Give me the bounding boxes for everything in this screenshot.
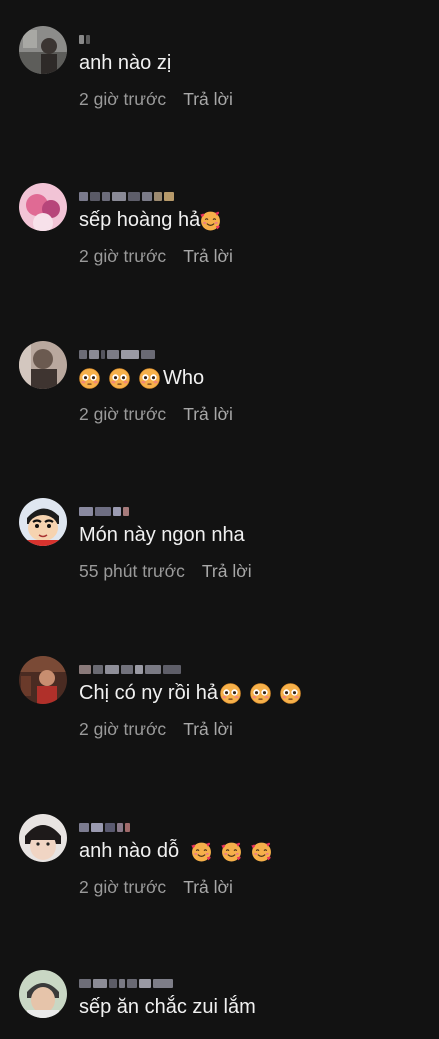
timestamp: 2 giờ trước [79, 404, 167, 424]
flushed-emoji [220, 683, 241, 704]
avatar[interactable] [19, 26, 67, 74]
comment-text-label: Món này ngon nha [79, 524, 245, 546]
comment-item: Chị có ny rồi hả 2 giờ trước Trả lời [0, 656, 439, 766]
comment-text: sếp ăn chắc zui lắm [79, 994, 256, 1020]
timestamp: 55 phút trước [79, 561, 185, 581]
smiling-hearts-emoji [200, 210, 221, 231]
comment-text: Chị có ny rồi hả [79, 680, 301, 706]
username[interactable] [79, 32, 90, 46]
comment-meta: 2 giờ trước Trả lời [79, 876, 233, 898]
comment-text: Món này ngon nha [79, 522, 245, 548]
comment-meta: 2 giờ trước Trả lời [79, 403, 233, 425]
reply-button[interactable]: Trả lời [202, 561, 252, 581]
comment-item: sếp ăn chắc zui lắm [0, 970, 439, 1039]
comment-meta: 2 giờ trước Trả lời [79, 718, 233, 740]
username[interactable] [79, 347, 155, 361]
avatar[interactable] [19, 183, 67, 231]
reply-button[interactable]: Trả lời [183, 877, 233, 897]
comment-text-label: sếp hoàng hả [79, 209, 201, 231]
avatar[interactable] [19, 814, 67, 862]
comment-item: Who 2 giờ trước Trả lời [0, 341, 439, 451]
comment-meta: 55 phút trước Trả lời [79, 560, 252, 582]
comment-item: sếp hoàng hả 2 giờ trước Trả lời [0, 183, 439, 293]
flushed-emoji [139, 368, 160, 389]
comment-text: sếp hoàng hả [79, 207, 221, 233]
comment-text-label: anh nào zị [79, 52, 172, 74]
comment-text: Who [79, 365, 204, 391]
comment-item: anh nào zị 2 giờ trước Trả lời [0, 26, 439, 136]
reply-button[interactable]: Trả lời [183, 404, 233, 424]
smiling-hearts-emoji [221, 841, 242, 862]
timestamp: 2 giờ trước [79, 719, 167, 739]
comment-item: anh nào dỗ 2 giờ trước Trả lời [0, 814, 439, 924]
comment-text-label: anh nào dỗ [79, 840, 180, 862]
username[interactable] [79, 504, 129, 518]
avatar[interactable] [19, 498, 67, 546]
username[interactable] [79, 820, 130, 834]
smiling-hearts-emoji [251, 841, 272, 862]
flushed-emoji [79, 368, 100, 389]
reply-button[interactable]: Trả lời [183, 89, 233, 109]
comment-meta: 2 giờ trước Trả lời [79, 245, 233, 267]
flushed-emoji [109, 368, 130, 389]
flushed-emoji [280, 683, 301, 704]
avatar[interactable] [19, 970, 67, 1018]
avatar[interactable] [19, 341, 67, 389]
avatar[interactable] [19, 656, 67, 704]
comment-meta: 2 giờ trước Trả lời [79, 88, 233, 110]
comment-text-label: sếp ăn chắc zui lắm [79, 996, 256, 1018]
timestamp: 2 giờ trước [79, 877, 167, 897]
username[interactable] [79, 189, 174, 203]
comment-item: Món này ngon nha 55 phút trước Trả lời [0, 498, 439, 608]
username[interactable] [79, 662, 181, 676]
flushed-emoji [250, 683, 271, 704]
timestamp: 2 giờ trước [79, 246, 167, 266]
username[interactable] [79, 976, 173, 990]
smiling-hearts-emoji [191, 841, 212, 862]
comment-text-label: Chị có ny rồi hả [79, 682, 218, 704]
comment-text-label: Who [163, 367, 205, 389]
timestamp: 2 giờ trước [79, 89, 167, 109]
reply-button[interactable]: Trả lời [183, 719, 233, 739]
reply-button[interactable]: Trả lời [183, 246, 233, 266]
comment-text: anh nào dỗ [79, 838, 272, 864]
comment-text: anh nào zị [79, 50, 171, 76]
